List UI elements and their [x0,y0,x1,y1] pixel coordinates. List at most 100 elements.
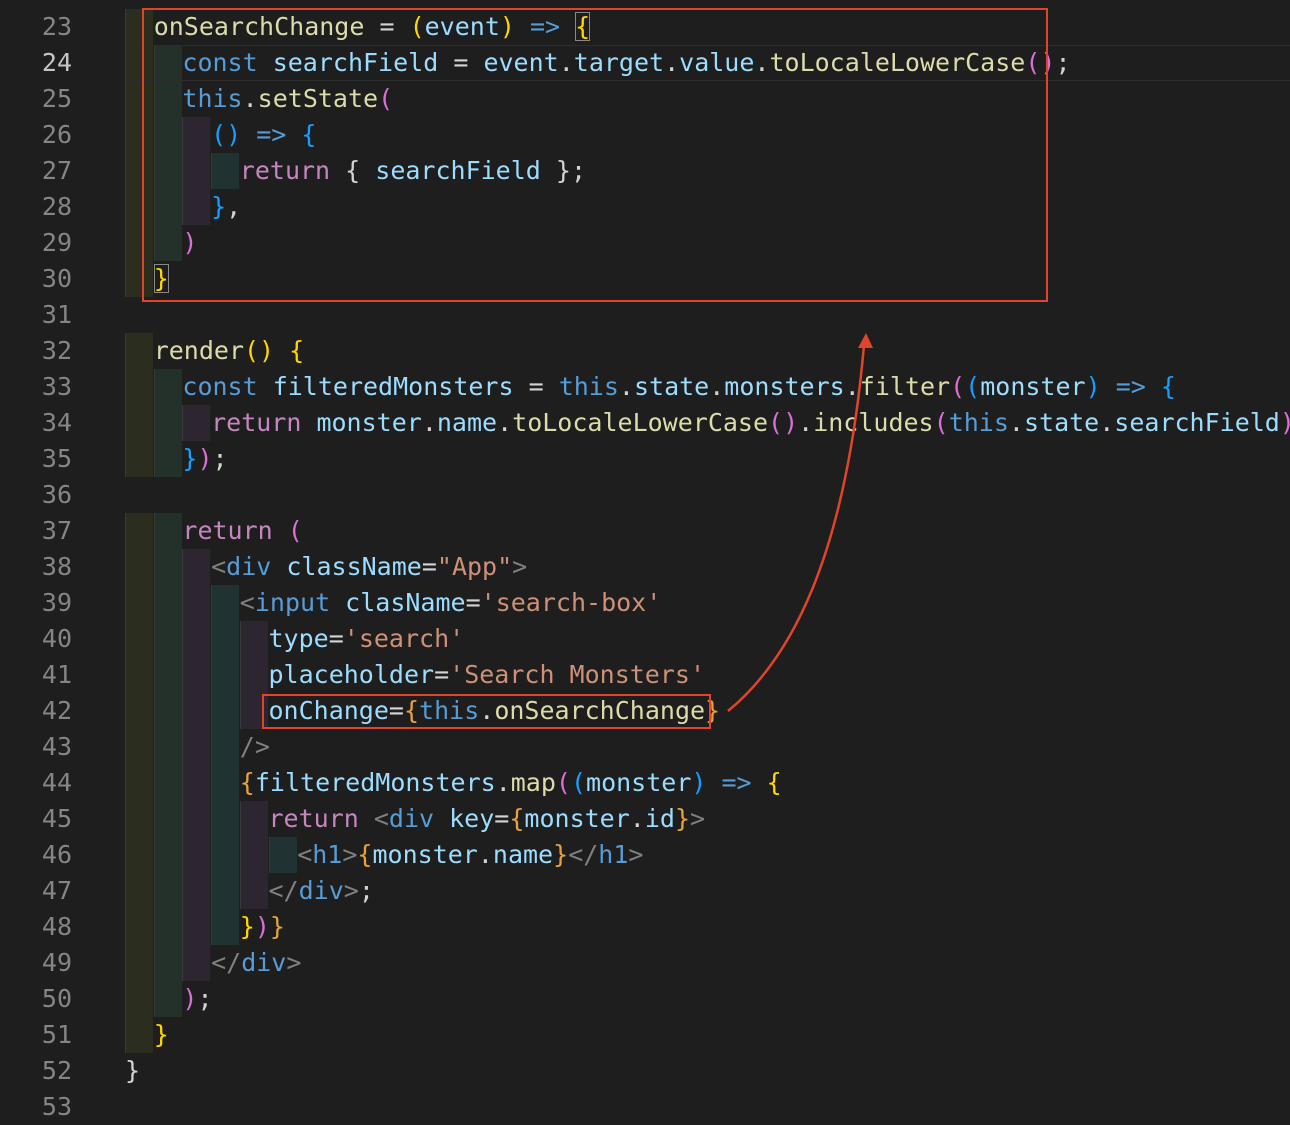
code-line-27[interactable]: 27 return { searchField }; [0,153,1290,189]
code-text[interactable]: ) [182,225,197,261]
code-text[interactable]: onSearchChange = (event) => { [154,9,591,45]
code-token: ; [212,444,228,473]
code-text[interactable]: render() { [154,333,305,369]
code-line-43[interactable]: 43 /> [0,729,1290,765]
code-line-38[interactable]: 38 <div className="App"> [0,549,1290,585]
code-line-49[interactable]: 49 </div> [0,945,1290,981]
code-line-26[interactable]: 26 () => { [0,117,1290,153]
line-number[interactable]: 34 [0,405,72,441]
code-line-53[interactable]: 53 [0,1089,1290,1125]
code-text[interactable]: </div>; [269,873,374,909]
code-text[interactable]: return <div key={monster.id}> [269,801,706,837]
line-number[interactable]: 48 [0,909,72,945]
line-number[interactable]: 25 [0,81,72,117]
code-text[interactable]: } [153,261,169,297]
line-number[interactable]: 29 [0,225,72,261]
line-number[interactable]: 26 [0,117,72,153]
code-line-25[interactable]: 25 this.setState( [0,81,1290,117]
line-number[interactable]: 28 [0,189,72,225]
code-line-34[interactable]: 34 return monster.name.toLocaleLowerCase(… [0,405,1290,441]
code-line-45[interactable]: 45 return <div key={monster.id}> [0,801,1290,837]
line-number[interactable]: 45 [0,801,72,837]
code-text[interactable]: return ( [182,513,302,549]
code-text[interactable]: const searchField = event.target.value.t… [182,45,1070,81]
code-token: ) [1280,408,1290,437]
line-number[interactable]: 49 [0,945,72,981]
line-number[interactable]: 31 [0,297,72,333]
code-text[interactable]: }, [211,189,241,225]
line-number[interactable]: 24 [0,45,72,81]
code-line-31[interactable]: 31 [0,297,1290,333]
line-number[interactable]: 36 [0,477,72,513]
indent-guide [153,441,182,477]
line-number[interactable]: 38 [0,549,72,585]
code-token: ( [378,84,394,113]
line-number[interactable]: 44 [0,765,72,801]
line-number[interactable]: 41 [0,657,72,693]
code-line-44[interactable]: 44 {filteredMonsters.map((monster) => { [0,765,1290,801]
code-text[interactable]: <input clasName='search-box' [240,585,661,621]
line-number[interactable]: 42 [0,693,72,729]
code-line-32[interactable]: 32 render() { [0,333,1290,369]
code-text[interactable]: } [125,1053,140,1089]
line-number[interactable]: 35 [0,441,72,477]
code-line-23[interactable]: 23 onSearchChange = (event) => { [0,9,1290,45]
code-line-51[interactable]: 51} [0,1017,1290,1053]
code-line-50[interactable]: 50); [0,981,1290,1017]
line-number[interactable]: 32 [0,333,72,369]
code-line-46[interactable]: 46 <h1>{monster.name}</h1> [0,837,1290,873]
code-token: monster [372,840,478,869]
code-line-29[interactable]: 29) [0,225,1290,261]
code-line-35[interactable]: 35}); [0,441,1290,477]
code-line-48[interactable]: 48})} [0,909,1290,945]
code-line-47[interactable]: 47 </div>; [0,873,1290,909]
code-token: = [434,660,450,689]
line-number[interactable]: 51 [0,1017,72,1053]
line-number[interactable]: 53 [0,1089,72,1125]
line-number[interactable]: 23 [0,9,72,45]
code-editor[interactable]: 23 onSearchChange = (event) => { 24 const s… [0,0,1290,1121]
code-text[interactable]: onChange={this.onSearchChange} [269,693,721,729]
line-number[interactable]: 30 [0,261,72,297]
code-text[interactable]: () => { [211,117,316,153]
line-number[interactable]: 50 [0,981,72,1017]
code-line-42[interactable]: 42 onChange={this.onSearchChange} [0,693,1290,729]
code-text[interactable]: })} [240,909,285,945]
code-line-52[interactable]: 52} [0,1053,1290,1089]
code-token: ( [555,768,571,797]
line-number[interactable]: 33 [0,369,72,405]
code-text[interactable]: } [154,1017,169,1053]
code-line-28[interactable]: 28}, [0,189,1290,225]
code-line-40[interactable]: 40 type='search' [0,621,1290,657]
indent-guide [239,837,268,873]
code-text[interactable]: <div className="App"> [211,549,527,585]
code-text[interactable]: return monster.name.toLocaleLowerCase().… [211,405,1290,441]
line-number[interactable]: 40 [0,621,72,657]
line-number[interactable]: 39 [0,585,72,621]
code-text[interactable]: </div> [211,945,301,981]
code-line-39[interactable]: 39 <input clasName='search-box' [0,585,1290,621]
line-number[interactable]: 37 [0,513,72,549]
indent-guide [153,693,182,729]
line-number[interactable]: 47 [0,873,72,909]
code-line-37[interactable]: 37 return ( [0,513,1290,549]
code-text[interactable]: /> [240,729,270,765]
code-line-41[interactable]: 41 placeholder='Search Monsters' [0,657,1290,693]
line-number[interactable]: 46 [0,837,72,873]
line-number[interactable]: 27 [0,153,72,189]
code-text[interactable]: }); [182,441,227,477]
code-line-33[interactable]: 33 const filteredMonsters = this.state.mo… [0,369,1290,405]
code-text[interactable]: <h1>{monster.name}</h1> [297,837,643,873]
code-text[interactable]: const filteredMonsters = this.state.mons… [182,369,1176,405]
code-text[interactable]: ); [182,981,212,1017]
code-text[interactable]: return { searchField }; [240,153,586,189]
code-line-36[interactable]: 36 [0,477,1290,513]
code-line-30[interactable]: 30} [0,261,1290,297]
line-number[interactable]: 52 [0,1053,72,1089]
code-text[interactable]: placeholder='Search Monsters' [269,657,706,693]
code-text[interactable]: this.setState( [182,81,393,117]
line-number[interactable]: 43 [0,729,72,765]
code-text[interactable]: {filteredMonsters.map((monster) => { [240,765,782,801]
code-text[interactable]: type='search' [269,621,465,657]
code-line-24[interactable]: 24 const searchField = event.target.value… [0,45,1290,81]
